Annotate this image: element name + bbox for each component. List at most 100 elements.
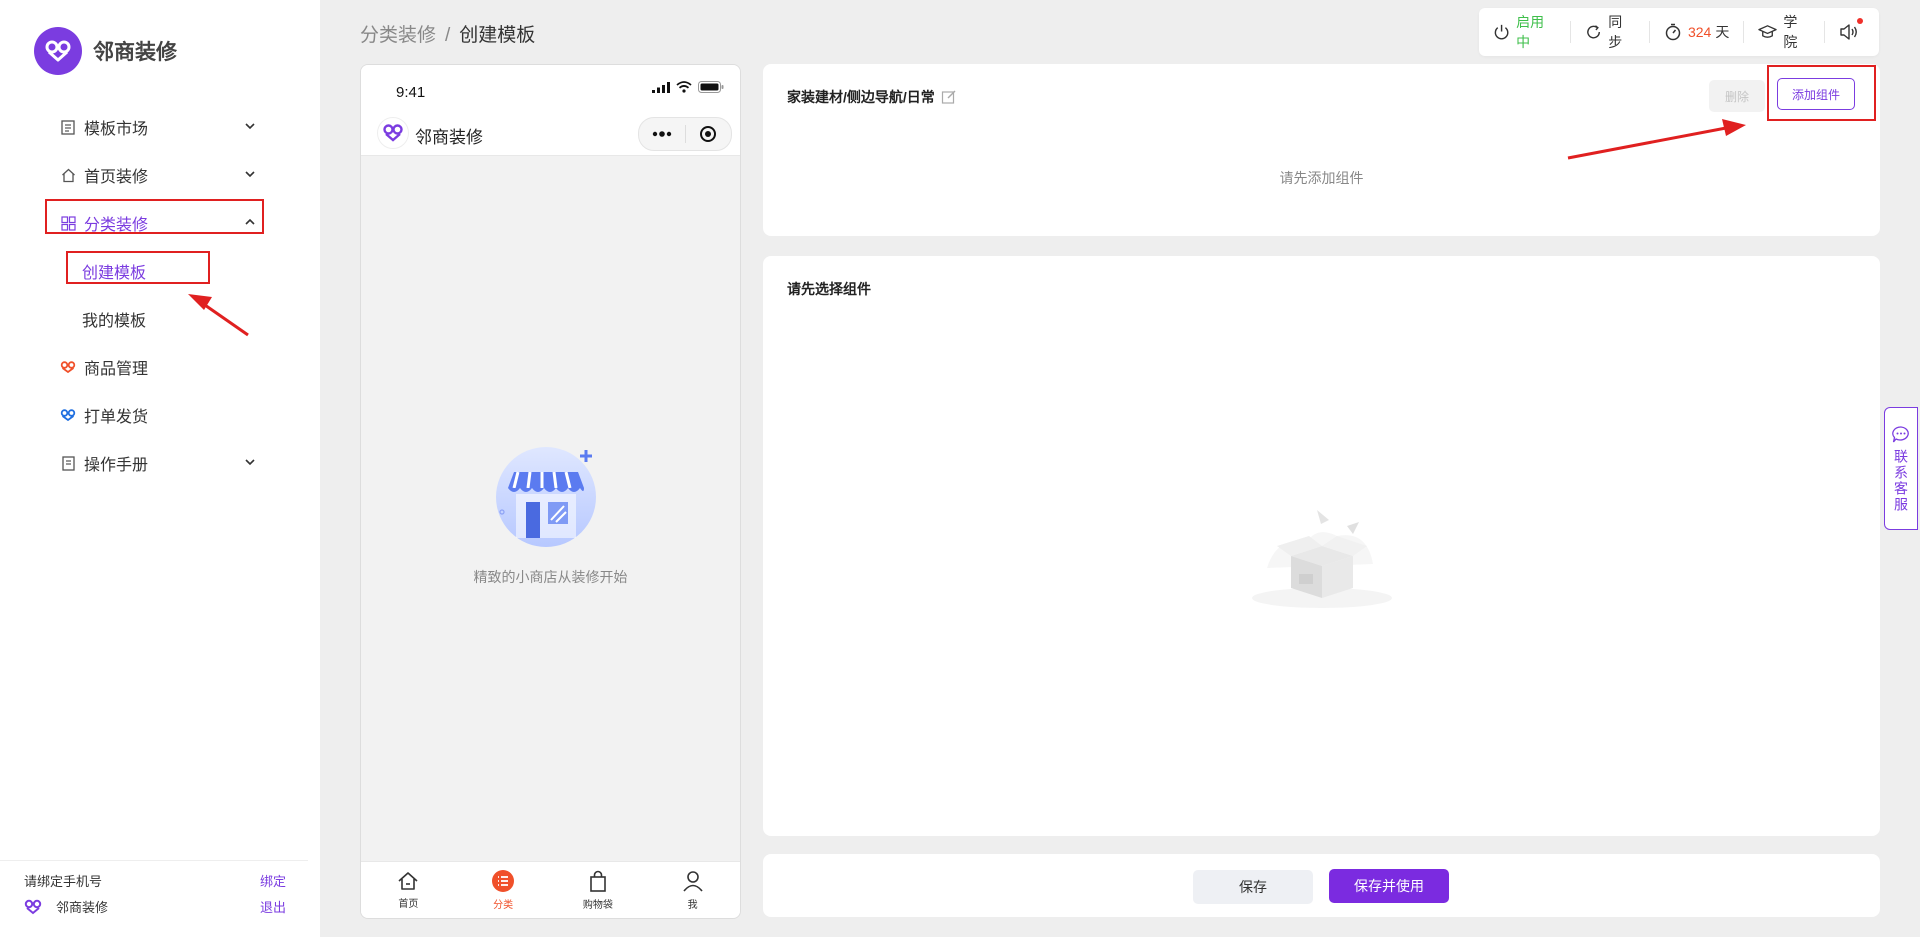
days-value: 324 (1687, 24, 1712, 40)
wifi-icon (676, 81, 692, 93)
timer-icon (1665, 23, 1681, 41)
sidebar-item-template-market[interactable]: 模板市场 (0, 103, 320, 151)
storefront-illustration-icon (495, 447, 596, 547)
phone-shop-title: 邻商装修 (415, 128, 483, 147)
contact-support-tab[interactable]: 联系客服 (1884, 407, 1918, 530)
sidebar-menu: 模板市场 首页装修 分类装修 创建模板 我的模板 商品管理 打单发货 操作手册 (0, 103, 320, 487)
breadcrumb-separator: / (445, 25, 451, 46)
sidebar-item-home-decor[interactable]: 首页装修 (0, 151, 320, 199)
sync-button[interactable]: 同步 (1571, 14, 1650, 50)
announcement-button[interactable] (1825, 18, 1879, 43)
power-icon (1494, 24, 1509, 40)
breadcrumb-current: 创建模板 (459, 25, 536, 46)
sidebar-item-label: 模板市场 (84, 121, 149, 138)
status-text: 启用中 (1516, 14, 1545, 50)
sidebar-item-label: 我的模板 (82, 313, 147, 330)
save-and-use-button[interactable]: 保存并使用 (1329, 869, 1449, 903)
action-bar: 保存 保存并使用 (763, 854, 1880, 917)
chevron-down-icon (245, 459, 255, 466)
phone-empty-text: 精致的小商店从装修开始 (473, 569, 628, 585)
chevron-down-icon (245, 171, 255, 178)
signal-icon (652, 81, 670, 93)
top-status-bar: 启用中 同步 324 天 学院 (1479, 8, 1879, 56)
sync-label: 同步 (1608, 14, 1623, 50)
breadcrumb-parent[interactable]: 分类装修 (360, 25, 436, 46)
sidebar-item-label: 首页装修 (84, 169, 149, 186)
tab-category[interactable]: 分类 (456, 862, 551, 918)
user-icon (683, 870, 703, 892)
logout-link[interactable]: 退出 (260, 897, 286, 916)
sidebar-item-label: 操作手册 (84, 457, 149, 474)
sidebar-item-manual[interactable]: 操作手册 (0, 439, 320, 487)
sidebar-item-my-templates[interactable]: 我的模板 (0, 295, 320, 343)
highlight-box-create-template (66, 251, 210, 284)
tab-label: 首页 (398, 898, 419, 910)
target-close-icon (700, 126, 717, 142)
remaining-days: 324 天 (1650, 21, 1745, 43)
highlight-box-category (45, 199, 264, 234)
bind-phone-prompt: 请绑定手机号 (24, 874, 103, 889)
component-settings-panel: 请先选择组件 (763, 256, 1880, 836)
days-unit: 天 (1715, 24, 1730, 40)
shop-logo-icon (24, 899, 42, 914)
sidebar-item-label: 商品管理 (84, 361, 149, 378)
edit-icon[interactable] (941, 89, 957, 105)
tab-shopping-bag[interactable]: 购物袋 (551, 862, 646, 918)
academy-label: 学院 (1783, 14, 1798, 50)
more-dots-icon (652, 131, 671, 137)
component-list-panel: 家装建材/侧边导航/日常 删除 添加组件 请先添加组件 (763, 64, 1880, 236)
graduation-cap-icon (1758, 25, 1778, 38)
phone-time: 9:41 (396, 84, 426, 101)
phone-preview: 9:41 邻商装修 精致的小商店从装修开始 首页 分类 购物袋 我 (360, 64, 741, 919)
tab-me[interactable]: 我 (645, 862, 740, 918)
academy-link[interactable]: 学院 (1744, 14, 1825, 50)
phone-nav-bar: 邻商装修 (361, 113, 740, 156)
template-icon (60, 119, 76, 135)
shipping-logo-icon (60, 407, 76, 423)
manual-icon (60, 455, 76, 471)
sync-icon (1587, 25, 1601, 39)
home-icon (398, 871, 418, 890)
brand-logo-icon (34, 27, 82, 75)
home-icon (60, 167, 76, 183)
close-mini-program-button[interactable] (686, 118, 732, 150)
speaker-icon (1840, 24, 1857, 40)
tab-label: 我 (687, 899, 698, 911)
template-title: 家装建材/侧边导航/日常 (787, 87, 957, 107)
shop-name: 邻商装修 (56, 900, 109, 915)
phone-status-bar: 9:41 (361, 65, 740, 113)
sidebar: 邻商装修 模板市场 首页装修 分类装修 创建模板 我的模板 商品管理 打单发货 … (0, 0, 320, 937)
phone-shop-logo-icon (377, 117, 409, 149)
brand[interactable]: 邻商装修 (34, 27, 177, 75)
product-logo-icon (60, 359, 76, 375)
empty-component-hint: 请先添加组件 (1279, 170, 1364, 186)
brand-name: 邻商装修 (93, 41, 177, 64)
tab-home[interactable]: 首页 (361, 862, 456, 918)
tab-label: 分类 (493, 899, 514, 911)
tab-label: 购物袋 (582, 899, 613, 911)
category-list-icon (492, 869, 515, 892)
empty-box-illustration-icon (1252, 510, 1392, 608)
phone-tab-bar: 首页 分类 购物袋 我 (361, 861, 740, 918)
notification-dot (1857, 18, 1863, 24)
phone-empty-state: 精致的小商店从装修开始 (361, 440, 740, 587)
battery-icon (698, 81, 724, 93)
sidebar-footer: 请绑定手机号 绑定 邻商装修 退出 (0, 860, 308, 937)
delete-button[interactable]: 删除 (1709, 80, 1765, 112)
mini-program-capsule (638, 117, 732, 151)
select-component-title: 请先选择组件 (787, 281, 871, 297)
status-toggle[interactable]: 启用中 (1479, 14, 1572, 50)
bind-phone-link[interactable]: 绑定 (260, 871, 286, 890)
shopping-bag-icon (590, 870, 606, 892)
chat-bubble-icon (1892, 426, 1909, 443)
sidebar-item-order-shipping[interactable]: 打单发货 (0, 391, 320, 439)
sidebar-item-product-management[interactable]: 商品管理 (0, 343, 320, 391)
highlight-box-add-component (1767, 65, 1876, 121)
more-button[interactable] (639, 118, 685, 150)
template-title-text: 家装建材/侧边导航/日常 (787, 89, 935, 105)
sidebar-item-label: 打单发货 (84, 409, 149, 426)
contact-support-label: 联系客服 (1893, 449, 1909, 513)
save-button[interactable]: 保存 (1193, 870, 1313, 904)
phone-status-icons (652, 81, 724, 93)
chevron-down-icon (245, 123, 255, 130)
